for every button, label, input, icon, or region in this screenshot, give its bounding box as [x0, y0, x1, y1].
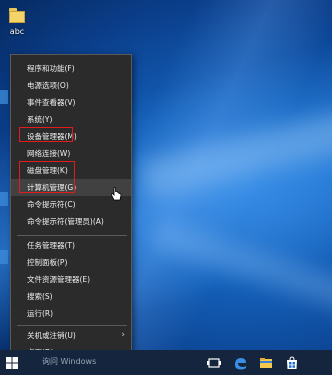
- edge-browser-icon[interactable]: [232, 355, 248, 371]
- desktop-icon-partial[interactable]: [0, 250, 8, 264]
- menu-item-disk-management[interactable]: 磁盘管理(K): [11, 162, 131, 179]
- menu-item-event-viewer[interactable]: 事件查看器(V): [11, 94, 131, 111]
- menu-separator: [17, 235, 127, 236]
- task-view-icon[interactable]: [206, 355, 222, 371]
- chevron-right-icon: ›: [121, 330, 125, 340]
- menu-item-task-manager[interactable]: 任务管理器(T): [11, 237, 131, 254]
- desktop-icon-partial[interactable]: [0, 90, 8, 104]
- menu-item-command-prompt-admin[interactable]: 命令提示符(管理员)(A): [11, 213, 131, 230]
- menu-item-network-connections[interactable]: 网络连接(W): [11, 145, 131, 162]
- menu-separator: [17, 325, 127, 326]
- menu-item-system[interactable]: 系统(Y): [11, 111, 131, 128]
- menu-item-device-manager[interactable]: 设备管理器(M): [11, 128, 131, 145]
- menu-item-search[interactable]: 搜索(S): [11, 288, 131, 305]
- taskbar: 询问 Windows: [0, 350, 332, 375]
- file-explorer-icon[interactable]: [258, 355, 274, 371]
- menu-item-power-options[interactable]: 电源选项(O): [11, 77, 131, 94]
- winx-context-menu: 程序和功能(F) 电源选项(O) 事件查看器(V) 系统(Y) 设备管理器(M)…: [10, 54, 132, 365]
- hand-cursor-icon: [111, 187, 122, 201]
- menu-item-label: 关机或注销(U): [27, 331, 76, 340]
- desktop-icon-label: abc: [9, 27, 25, 36]
- taskbar-search-text[interactable]: 询问 Windows: [42, 356, 96, 367]
- menu-item-programs-features[interactable]: 程序和功能(F): [11, 60, 131, 77]
- menu-item-control-panel[interactable]: 控制面板(P): [11, 254, 131, 271]
- windows-start-icon[interactable]: [4, 355, 20, 371]
- menu-item-file-explorer[interactable]: 文件资源管理器(E): [11, 271, 131, 288]
- light-beam: [139, 99, 332, 201]
- store-icon[interactable]: [284, 355, 300, 371]
- light-beam: [151, 218, 332, 322]
- desktop-icon-partial[interactable]: [0, 192, 8, 206]
- desktop-folder-icon[interactable]: abc: [2, 4, 32, 44]
- folder-icon: [8, 6, 26, 24]
- menu-item-run[interactable]: 运行(R): [11, 305, 131, 322]
- menu-item-shutdown-signout[interactable]: 关机或注销(U) ›: [11, 327, 131, 344]
